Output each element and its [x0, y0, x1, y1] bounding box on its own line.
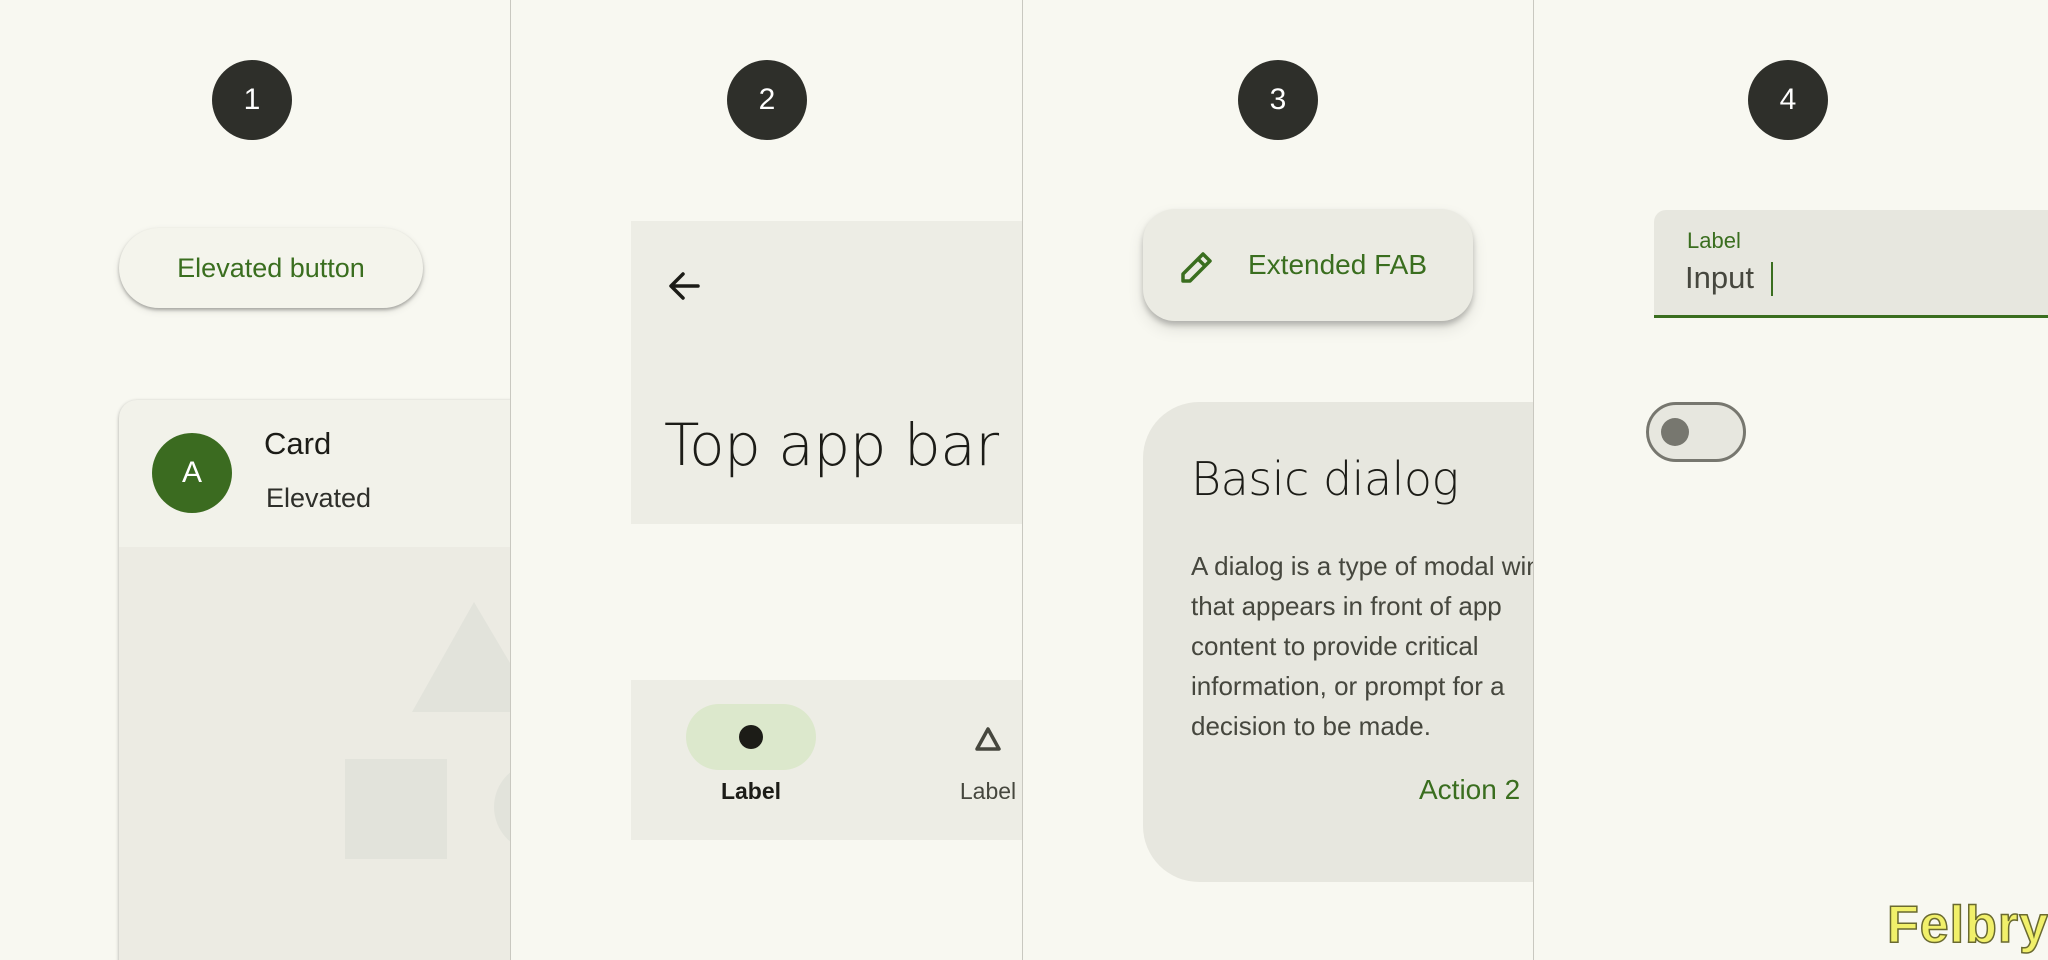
navigation-bar: Label Label	[631, 680, 1022, 840]
step-badge-3: 3	[1238, 60, 1318, 140]
media-shapes-illustration	[345, 602, 510, 859]
card-subtitle: Elevated	[266, 483, 372, 513]
extended-fab[interactable]: Extended FAB	[1143, 209, 1473, 321]
panel-4: 4 Label	[1534, 0, 2048, 960]
circle-icon	[739, 725, 763, 749]
step-badge-2: 2	[727, 60, 807, 140]
switch-thumb	[1661, 418, 1689, 446]
step-badge-4: 4	[1748, 60, 1828, 140]
text-cursor	[1771, 262, 1773, 296]
elevated-button[interactable]: Elevated button	[119, 228, 423, 308]
avatar: A	[152, 433, 232, 513]
dialog-title: Basic dialog	[1191, 452, 1459, 506]
step-badge-1: 1	[212, 60, 292, 140]
card-media	[119, 547, 510, 960]
dialog-body: A dialog is a type of modal window that …	[1191, 551, 1533, 741]
elevated-card[interactable]: A Card Elevated	[119, 400, 510, 960]
filled-text-field[interactable]: Label	[1654, 210, 2048, 318]
panel-1: 1 Elevated button A Card Elevated	[0, 0, 510, 960]
nav-active-indicator	[686, 704, 816, 770]
arrow-back-icon[interactable]	[664, 266, 704, 306]
basic-dialog: Basic dialog A dialog is a type of modal…	[1143, 402, 1533, 882]
media-square	[345, 759, 447, 859]
dialog-action-button[interactable]: Action 2	[1419, 774, 1520, 806]
pencil-icon	[1181, 252, 1212, 283]
panel-3: 3 Extended FAB Basic dialog A dialog is …	[1023, 0, 1533, 960]
nav-item-label: Label	[720, 778, 782, 804]
triangle-icon	[975, 727, 1001, 751]
watermark-logo: Felbry	[1886, 895, 2048, 955]
top-app-bar: Top app bar	[631, 221, 1022, 524]
toggle-switch[interactable]	[1646, 402, 1746, 462]
app-bar-title: Top app bar	[664, 411, 999, 479]
text-field-label: Label	[1687, 228, 1741, 253]
card-title: Card	[264, 426, 332, 461]
fab-label: Extended FAB	[1248, 249, 1428, 280]
panel-2: 2 Top app bar Label Label	[511, 0, 1022, 960]
nav-item-label: Label	[959, 778, 1017, 804]
text-field-input[interactable]	[1685, 256, 2045, 300]
media-circle	[494, 772, 510, 842]
media-triangle	[412, 602, 510, 712]
